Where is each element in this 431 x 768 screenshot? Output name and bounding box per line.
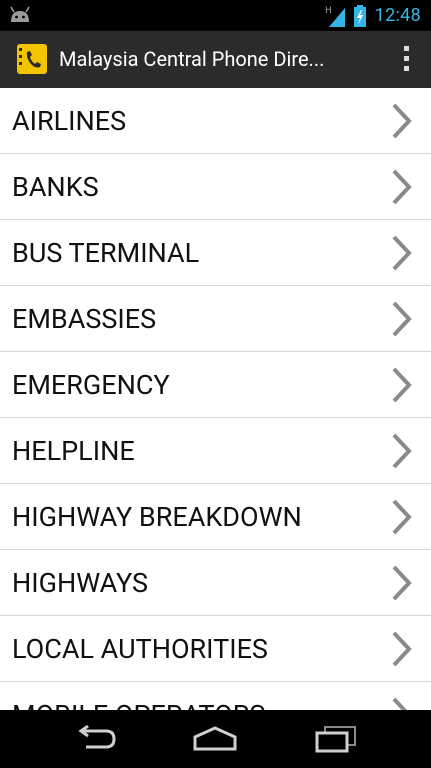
list-item-local-authorities[interactable]: LOCAL AUTHORITIES bbox=[0, 616, 431, 682]
list-item-mobile-operators[interactable]: MOBILE OPERATORS bbox=[0, 682, 431, 710]
recent-apps-icon[interactable] bbox=[313, 725, 359, 753]
signal-icon: H bbox=[325, 6, 345, 27]
chevron-right-icon bbox=[392, 433, 412, 469]
back-icon[interactable] bbox=[72, 725, 118, 753]
list-item-label: AIRLINES bbox=[12, 105, 127, 137]
category-list: AIRLINES BANKS BUS TERMINAL EMBASSIES EM… bbox=[0, 88, 431, 710]
list-item-label: MOBILE OPERATORS bbox=[12, 682, 265, 710]
list-item-label: EMBASSIES bbox=[12, 303, 157, 335]
list-item-label: LOCAL AUTHORITIES bbox=[12, 633, 268, 665]
list-item-label: HELPLINE bbox=[12, 435, 135, 467]
chevron-right-icon bbox=[392, 169, 412, 205]
chevron-right-icon bbox=[392, 697, 408, 710]
action-bar: Malaysia Central Phone Dire... bbox=[0, 31, 431, 88]
list-item-banks[interactable]: BANKS bbox=[0, 154, 431, 220]
home-icon[interactable] bbox=[192, 725, 238, 753]
network-type-label: H bbox=[325, 6, 332, 16]
status-bar: H 12:48 bbox=[0, 0, 431, 31]
chevron-right-icon bbox=[392, 631, 412, 667]
chevron-right-icon bbox=[392, 499, 412, 535]
list-item-bus-terminal[interactable]: BUS TERMINAL bbox=[0, 220, 431, 286]
chevron-right-icon bbox=[392, 301, 412, 337]
navigation-bar bbox=[0, 710, 431, 768]
phone-book-icon bbox=[17, 44, 47, 74]
chevron-right-icon bbox=[392, 565, 412, 601]
chevron-right-icon bbox=[392, 235, 412, 271]
list-item-label: EMERGENCY bbox=[12, 369, 170, 401]
status-clock: 12:48 bbox=[374, 5, 421, 26]
list-item-highways[interactable]: HIGHWAYS bbox=[0, 550, 431, 616]
list-item-embassies[interactable]: EMBASSIES bbox=[0, 286, 431, 352]
overflow-menu-icon[interactable] bbox=[401, 46, 411, 74]
chevron-right-icon bbox=[392, 367, 412, 403]
list-item-label: HIGHWAYS bbox=[12, 567, 149, 599]
list-item-label: HIGHWAY BREAKDOWN bbox=[12, 501, 302, 533]
list-item-label: BANKS bbox=[12, 171, 99, 203]
list-item-emergency[interactable]: EMERGENCY bbox=[0, 352, 431, 418]
android-debug-icon bbox=[10, 6, 30, 22]
list-item-helpline[interactable]: HELPLINE bbox=[0, 418, 431, 484]
list-item-airlines[interactable]: AIRLINES bbox=[0, 88, 431, 154]
app-title: Malaysia Central Phone Dire... bbox=[59, 47, 325, 71]
list-item-label: BUS TERMINAL bbox=[12, 237, 200, 269]
chevron-right-icon bbox=[392, 103, 412, 139]
list-item-highway-breakdown[interactable]: HIGHWAY BREAKDOWN bbox=[0, 484, 431, 550]
battery-charging-icon bbox=[353, 4, 366, 27]
